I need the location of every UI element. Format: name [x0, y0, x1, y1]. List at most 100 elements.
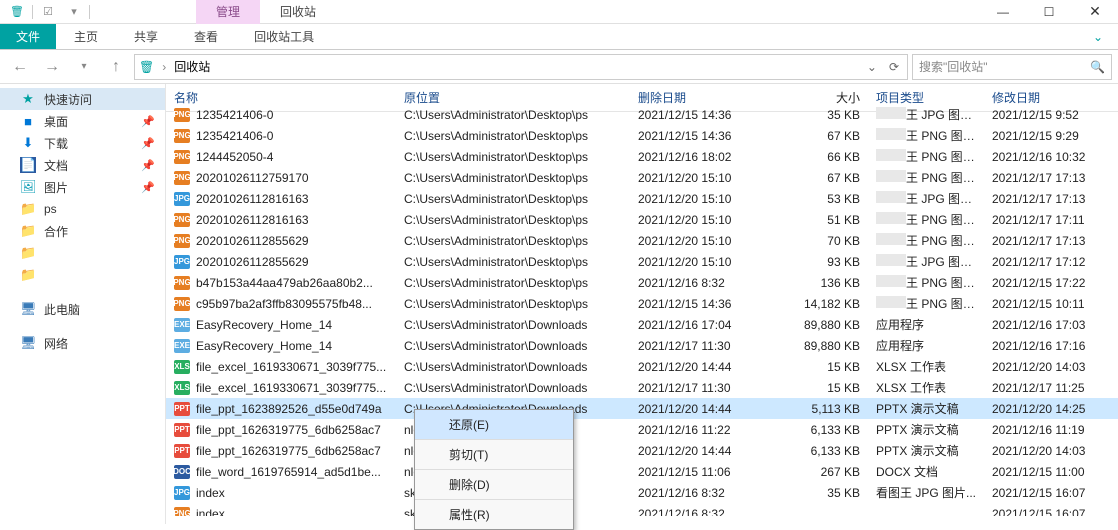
- file-type: 王 PNG 图片...: [868, 127, 984, 144]
- nav-icon: 🖼: [20, 179, 36, 195]
- file-type: 王 PNG 图片...: [868, 211, 984, 228]
- context-menu-item[interactable]: 剪切(T): [415, 440, 573, 470]
- minimize-button[interactable]: —: [980, 0, 1026, 24]
- forward-button[interactable]: →: [38, 54, 66, 80]
- file-size: 67 KB: [788, 129, 868, 143]
- nav-item[interactable]: 📁ps: [0, 198, 165, 220]
- nav-item[interactable]: 📁: [0, 242, 165, 264]
- back-button[interactable]: ←: [6, 54, 34, 80]
- file-modified: 2021/12/17 17:13: [984, 171, 1118, 185]
- file-row[interactable]: PNGb47b153a44aa479ab26aa80b2...C:\Users\…: [166, 272, 1118, 293]
- file-name: index: [196, 507, 225, 517]
- file-name: 1244452050-4: [196, 150, 273, 164]
- file-modified: 2021/12/17 17:11: [984, 213, 1118, 227]
- file-type-icon: PPT: [174, 402, 190, 416]
- address-dropdown-icon[interactable]: ⌄: [863, 60, 881, 74]
- file-row[interactable]: PNGc95b97ba2af3ffb83095575fb48...C:\User…: [166, 293, 1118, 314]
- file-type-icon: PNG: [174, 507, 190, 517]
- file-row[interactable]: JPG20201026112816163C:\Users\Administrat…: [166, 188, 1118, 209]
- file-row[interactable]: EXEEasyRecovery_Home_14C:\Users\Administ…: [166, 314, 1118, 335]
- file-type: 王 PNG 图片...: [868, 169, 984, 186]
- nav-item[interactable]: 📄文档📌: [0, 154, 165, 176]
- file-list-view: 名称 原位置 删除日期 大小 项目类型 修改日期 PNG1235421406-0…: [166, 84, 1118, 524]
- file-delete-date: 2021/12/20 15:10: [630, 213, 788, 227]
- file-name: 20201026112816163: [196, 213, 309, 227]
- tab-share[interactable]: 共享: [116, 24, 176, 49]
- nav-icon: 📄: [20, 157, 36, 173]
- file-row[interactable]: PPTfile_ppt_1626319775_6db6258ac7nloads2…: [166, 440, 1118, 461]
- pin-icon: 📌: [141, 115, 155, 128]
- tab-home[interactable]: 主页: [56, 24, 116, 49]
- navigation-pane: ★快速访问■桌面📌⬇下载📌📄文档📌🖼图片📌📁ps📁合作📁📁🖥此电脑🖥网络: [0, 84, 166, 524]
- context-menu-item[interactable]: 还原(E): [415, 410, 573, 440]
- tab-view[interactable]: 查看: [176, 24, 236, 49]
- qat-dropdown-icon[interactable]: ▾: [63, 2, 85, 22]
- file-row[interactable]: JPG20201026112855629C:\Users\Administrat…: [166, 251, 1118, 272]
- file-row[interactable]: JPGindexsktop\ps2021/12/16 8:3235 KB看图王 …: [166, 482, 1118, 503]
- search-box[interactable]: 搜索"回收站" 🔍: [912, 54, 1112, 80]
- tab-recycle-tools[interactable]: 回收站工具: [236, 24, 332, 49]
- file-location: C:\Users\Administrator\Desktop\ps: [396, 129, 630, 143]
- file-row[interactable]: EXEEasyRecovery_Home_14C:\Users\Administ…: [166, 335, 1118, 356]
- nav-item[interactable]: 🖥网络: [0, 332, 165, 354]
- file-delete-date: 2021/12/20 15:10: [630, 234, 788, 248]
- search-placeholder: 搜索"回收站": [919, 58, 988, 75]
- nav-item[interactable]: 🖼图片📌: [0, 176, 165, 198]
- context-menu-item[interactable]: 属性(R): [415, 500, 573, 529]
- search-icon[interactable]: 🔍: [1090, 60, 1105, 74]
- file-row[interactable]: PNG20201026112759170C:\Users\Administrat…: [166, 167, 1118, 188]
- file-delete-date: 2021/12/16 8:32: [630, 507, 788, 517]
- file-size: 5,113 KB: [788, 402, 868, 416]
- nav-item[interactable]: ■桌面📌: [0, 110, 165, 132]
- nav-item[interactable]: 📁: [0, 264, 165, 286]
- file-type: XLSX 工作表: [868, 358, 984, 375]
- contextual-tab-strip: 管理 回收站: [196, 0, 336, 24]
- up-button[interactable]: ↑: [102, 54, 130, 80]
- nav-label: 图片: [44, 179, 68, 196]
- file-location: C:\Users\Administrator\Desktop\ps: [396, 213, 630, 227]
- breadcrumb-location[interactable]: 回收站: [174, 58, 210, 75]
- file-modified: 2021/12/16 17:03: [984, 318, 1118, 332]
- file-row[interactable]: XLSfile_excel_1619330671_3039f775...C:\U…: [166, 356, 1118, 377]
- file-modified: 2021/12/16 17:16: [984, 339, 1118, 353]
- file-modified: 2021/12/20 14:03: [984, 360, 1118, 374]
- title-bar: 🗑 ☑ ▾ 管理 回收站 — ☐ ✕: [0, 0, 1118, 24]
- file-delete-date: 2021/12/17 11:30: [630, 381, 788, 395]
- help-dropdown-icon[interactable]: ⌄: [1078, 24, 1118, 49]
- file-name: file_excel_1619330671_3039f775...: [196, 360, 386, 374]
- context-menu-item[interactable]: 删除(D): [415, 470, 573, 500]
- file-tab[interactable]: 文件: [0, 24, 56, 49]
- nav-item[interactable]: 🖥此电脑: [0, 298, 165, 320]
- file-row[interactable]: PNGindexsktop\ps2021/12/16 8:322021/12/1…: [166, 503, 1118, 516]
- history-dropdown-icon[interactable]: ▾: [70, 54, 98, 80]
- file-row[interactable]: PPTfile_ppt_1626319775_6db6258ac7nloads2…: [166, 419, 1118, 440]
- file-delete-date: 2021/12/17 11:30: [630, 339, 788, 353]
- file-row[interactable]: XLSfile_excel_1619330671_3039f775...C:\U…: [166, 377, 1118, 398]
- file-type-icon: PNG: [174, 171, 190, 185]
- nav-icon: 🖥: [20, 335, 36, 351]
- file-row[interactable]: PNG1244452050-4C:\Users\Administrator\De…: [166, 146, 1118, 167]
- qat-check-icon[interactable]: ☑: [37, 2, 59, 22]
- file-type: 王 PNG 图片...: [868, 148, 984, 165]
- file-row[interactable]: DOCfile_word_1619765914_ad5d1be...nloads…: [166, 461, 1118, 482]
- nav-item[interactable]: ★快速访问: [0, 88, 165, 110]
- maximize-button[interactable]: ☐: [1026, 0, 1072, 24]
- nav-label: 合作: [44, 223, 68, 240]
- file-row[interactable]: PNG1235421406-0C:\Users\Administrator\De…: [166, 104, 1118, 125]
- file-row[interactable]: PNG20201026112855629C:\Users\Administrat…: [166, 230, 1118, 251]
- file-row[interactable]: PNG20201026112816163C:\Users\Administrat…: [166, 209, 1118, 230]
- address-bar[interactable]: 🗑 › 回收站 ⌄ ⟳: [134, 54, 908, 80]
- file-name: 1235421406-0: [196, 129, 273, 143]
- file-delete-date: 2021/12/20 15:10: [630, 171, 788, 185]
- file-modified: 2021/12/17 11:25: [984, 381, 1118, 395]
- nav-icon: 📁: [20, 223, 36, 239]
- nav-item[interactable]: 📁 合作: [0, 220, 165, 242]
- close-button[interactable]: ✕: [1072, 0, 1118, 24]
- nav-label: 此电脑: [44, 301, 80, 318]
- file-row[interactable]: PNG1235421406-0C:\Users\Administrator\De…: [166, 125, 1118, 146]
- nav-item[interactable]: ⬇下载📌: [0, 132, 165, 154]
- file-row[interactable]: PPTfile_ppt_1623892526_d55e0d749aC:\User…: [166, 398, 1118, 419]
- recycle-bin-icon[interactable]: 🗑: [6, 2, 28, 22]
- refresh-button[interactable]: ⟳: [885, 60, 903, 74]
- file-name: 20201026112855629: [196, 255, 309, 269]
